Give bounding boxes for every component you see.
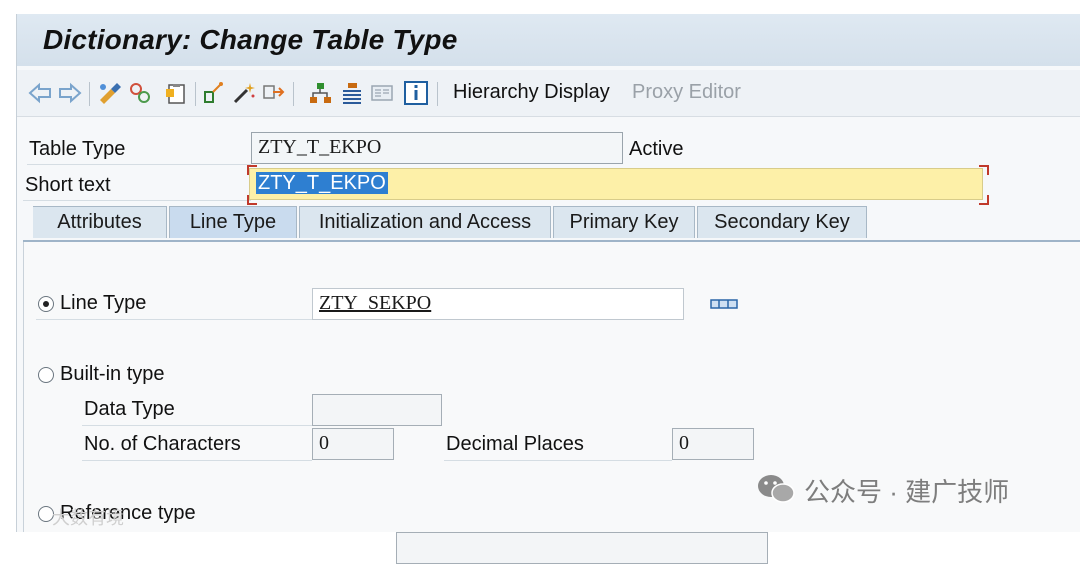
check-icon[interactable] — [163, 80, 189, 106]
other-object-icon[interactable] — [97, 80, 123, 106]
structure-icon[interactable] — [710, 298, 738, 310]
tab-attributes[interactable]: Attributes — [33, 206, 167, 238]
hierarchy-icon[interactable] — [307, 80, 333, 106]
back-icon[interactable] — [27, 80, 53, 106]
line-type-field[interactable]: ZTY_SEKPO — [312, 288, 684, 320]
divider — [27, 164, 251, 165]
short-text-field[interactable]: ZTY_T_EKPO — [249, 168, 983, 200]
display-change-icon[interactable] — [127, 80, 153, 106]
divider — [82, 425, 312, 426]
tab-label: Line Type — [189, 211, 277, 233]
watermark-left-text: 大数有境 — [52, 508, 124, 528]
toolbar-separator — [437, 82, 438, 106]
focus-corner — [979, 195, 989, 205]
data-type-label: Data Type — [84, 398, 175, 420]
focus-corner — [247, 165, 257, 175]
sap-window: Dictionary: Change Table Type Hierarchy … — [16, 14, 1080, 564]
decimal-places-label: Decimal Places — [446, 433, 584, 455]
information-icon[interactable] — [403, 80, 429, 106]
tab-line-type[interactable]: Line Type — [169, 206, 297, 238]
wand-icon[interactable] — [231, 80, 257, 106]
activate-icon[interactable] — [201, 80, 227, 106]
builtin-type-radio[interactable] — [38, 367, 54, 383]
proxy-editor-button[interactable]: Proxy Editor — [632, 81, 741, 104]
tab-label: Attributes — [57, 211, 142, 233]
title-bar: Dictionary: Change Table Type — [17, 14, 1080, 66]
status-text: Active — [629, 138, 684, 160]
toolbar-separator — [89, 82, 90, 106]
focus-corner — [979, 165, 989, 175]
wechat-icon — [758, 475, 795, 503]
toolbar-separator — [293, 82, 294, 106]
tab-primary-key[interactable]: Primary Key — [553, 206, 695, 238]
divider — [444, 460, 672, 461]
data-type-field[interactable] — [312, 394, 442, 426]
focus-corner — [247, 195, 257, 205]
tab-strip: Attributes Line Type Initialization and … — [23, 206, 1080, 242]
tab-initialization-access[interactable]: Initialization and Access — [299, 206, 551, 238]
page-title: Dictionary: Change Table Type — [43, 24, 458, 55]
line-type-radio[interactable] — [38, 296, 54, 312]
watermark-text: 公众号 · 建广技师 — [804, 477, 1010, 507]
application-toolbar: Hierarchy Display Proxy Editor — [17, 70, 1080, 117]
no-of-characters-label: No. of Characters — [84, 433, 241, 455]
toolbar-separator — [195, 82, 196, 106]
decimal-places-field[interactable]: 0 — [672, 428, 754, 460]
no-of-characters-field[interactable]: 0 — [312, 428, 394, 460]
tab-label: Secondary Key — [714, 211, 850, 233]
short-text-label: Short text — [25, 174, 111, 196]
object-list-icon[interactable] — [339, 80, 365, 106]
builtin-type-label: Built-in type — [60, 363, 165, 385]
tab-label: Initialization and Access — [318, 211, 532, 233]
tab-secondary-key[interactable]: Secondary Key — [697, 206, 867, 238]
short-text-value: ZTY_T_EKPO — [256, 172, 388, 194]
table-type-field[interactable]: ZTY_T_EKPO — [251, 132, 623, 164]
navigation-window-icon[interactable] — [369, 80, 395, 106]
hierarchy-display-button[interactable]: Hierarchy Display — [453, 81, 610, 104]
line-type-label: Line Type — [60, 292, 147, 314]
reference-type-field[interactable] — [396, 532, 768, 564]
divider — [82, 460, 312, 461]
tab-label: Primary Key — [569, 211, 679, 233]
forward-icon[interactable] — [57, 80, 83, 106]
table-type-label: Table Type — [29, 138, 126, 160]
divider — [23, 200, 251, 201]
where-used-icon[interactable] — [261, 80, 287, 106]
divider — [36, 319, 314, 320]
